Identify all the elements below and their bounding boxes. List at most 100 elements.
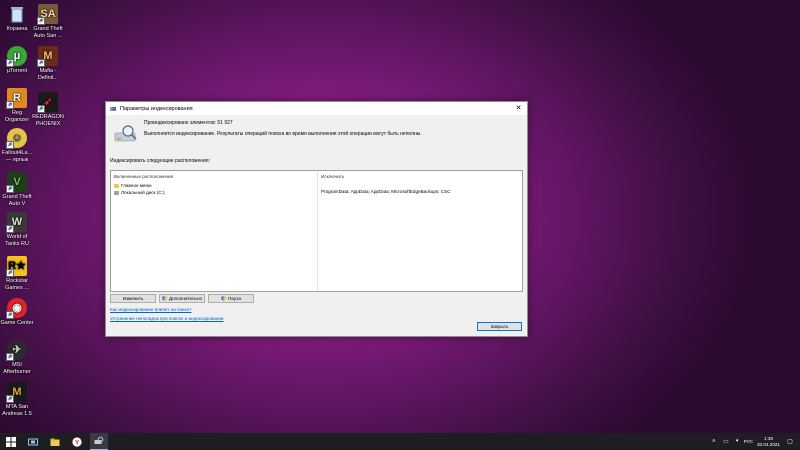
location-name: Локальный диск (C:) xyxy=(121,190,165,195)
close-button[interactable]: Закрыть xyxy=(477,322,522,331)
desktop-icon-recycle-bin[interactable]: Корзина xyxy=(0,4,34,33)
mta-icon: M ↗ xyxy=(6,382,27,403)
desktop-icon-msi-afterburner[interactable]: ✈ ↗ MSI Afterburner xyxy=(0,340,34,375)
index-locations-label: Индексировать следующие расположения: xyxy=(110,158,210,164)
pause-button-label: Пауза xyxy=(228,296,241,301)
notifications-icon[interactable]: ▢ xyxy=(787,439,793,445)
desktop-icon-label: Mafia - Definit... xyxy=(37,68,59,81)
shortcut-arrow-icon: ↗ xyxy=(6,59,14,67)
utorrent-icon: μ ↗ xyxy=(6,46,27,67)
shortcut-arrow-icon: ↗ xyxy=(37,17,45,25)
indexing-options-dialog: Параметры индексирования ✕ Проиндексиров… xyxy=(105,101,528,337)
shortcut-arrow-icon: ↗ xyxy=(6,101,14,109)
desktop-icon-label: World of Tanks RU xyxy=(5,234,29,247)
wot-icon: W ↗ xyxy=(6,212,27,233)
desktop-icon-wot[interactable]: W ↗ World of Tanks RU xyxy=(0,212,34,247)
desktop-icon-label: MSI Afterburner xyxy=(3,362,31,375)
uac-shield-icon xyxy=(161,296,167,301)
volume-icon[interactable]: 🔈︎ xyxy=(735,438,741,445)
desktop-icon-fallout[interactable]: ☺ ↗ Fallout4La... — ярлык xyxy=(0,128,34,163)
taskbar-task-view[interactable] xyxy=(24,433,42,450)
close-icon[interactable]: ✕ xyxy=(514,104,523,113)
gta5-icon: V ↗ xyxy=(6,172,27,193)
indexing-status: Выполняется индексирование. Результаты о… xyxy=(144,131,422,137)
indexed-count: Проиндексировано элементов: 51 927 xyxy=(144,120,233,126)
rockstar-icon: R★ ↗ xyxy=(6,256,27,277)
shortcut-arrow-icon: ↗ xyxy=(6,353,14,361)
location-item[interactable]: Локальный диск (C:) xyxy=(114,190,164,195)
desktop-icon-game-center[interactable]: ◉ ↗ Game Center xyxy=(0,298,34,327)
shortcut-arrow-icon: ↗ xyxy=(6,141,14,149)
indexing-options-icon xyxy=(110,106,116,111)
modify-button[interactable]: Изменить xyxy=(110,294,156,303)
desktop-icon-label: Grand Theft Auto San ... xyxy=(33,26,63,39)
desktop-icon-label: Fallout4La... — ярлык xyxy=(1,150,33,163)
desktop-icon-rockstar[interactable]: R★ ↗ Rockstar Games ... xyxy=(0,256,34,291)
desktop-icon-label: MTA San Andreas 1.5 xyxy=(2,404,32,417)
file-explorer-icon xyxy=(50,438,60,446)
indexing-drive-icon xyxy=(114,125,137,142)
recycle-bin-icon xyxy=(7,4,27,24)
shortcut-arrow-icon: ↗ xyxy=(6,395,14,403)
desktop-icon-mafia[interactable]: M ↗ Mafia - Definit... xyxy=(31,46,65,81)
game-center-icon: ◉ ↗ xyxy=(6,298,27,319)
uac-shield-icon xyxy=(221,296,227,301)
included-column: Включенные расположения Главное меню Лок… xyxy=(111,171,318,291)
location-item[interactable]: Главное меню xyxy=(114,183,152,188)
modify-button-label: Изменить xyxy=(122,296,144,301)
desktop-icon-label: REDRAGON PHOENIX xyxy=(32,114,64,127)
location-name: Главное меню xyxy=(121,183,152,188)
taskbar-explorer[interactable] xyxy=(46,433,64,450)
shortcut-arrow-icon: ↗ xyxy=(37,105,45,113)
desktop-icon-reg-organizer[interactable]: R ↗ Reg Organizer xyxy=(0,88,34,123)
task-view-icon xyxy=(28,438,38,445)
desktop-icon-gta-sa[interactable]: SA ↗ Grand Theft Auto San ... xyxy=(31,4,65,39)
fallout-icon: ☺ ↗ xyxy=(6,128,27,149)
advanced-button[interactable]: Дополнительно xyxy=(159,294,205,303)
yandex-browser-icon: Y xyxy=(72,436,82,447)
pause-button[interactable]: Пауза xyxy=(208,294,254,303)
desktop-icon-label: Корзина xyxy=(6,26,28,32)
language-indicator[interactable]: РУС xyxy=(744,439,753,444)
locations-list[interactable]: Включенные расположения Главное меню Лок… xyxy=(110,170,523,292)
how-indexing-affects-link[interactable]: Как индексирование влияет на поиск? xyxy=(110,307,191,312)
desktop-icon-label: μTorrent xyxy=(6,68,28,74)
dialog-title: Параметры индексирования xyxy=(120,105,193,112)
advanced-button-label: Дополнительно xyxy=(168,296,203,301)
exclude-value: ProgramData; AppData; AppData; Microsoft… xyxy=(321,189,451,194)
clock-date: 20.04.2021 xyxy=(757,441,780,447)
msi-afterburner-icon: ✈ ↗ xyxy=(6,340,27,361)
clock[interactable]: 1:38 20.04.2021 xyxy=(757,436,780,448)
exclude-column-header: Исключить xyxy=(321,174,345,179)
close-button-label: Закрыть xyxy=(490,324,509,329)
desktop-icon-utorrent[interactable]: μ ↗ μTorrent xyxy=(0,46,34,75)
troubleshoot-link[interactable]: Устранение неполадок при поиске и индекс… xyxy=(110,316,223,321)
start-button[interactable] xyxy=(2,433,20,450)
desktop-icon-label: Grand Theft Auto V xyxy=(2,194,32,207)
shortcut-arrow-icon: ↗ xyxy=(6,185,14,193)
svg-text:Y: Y xyxy=(75,439,80,446)
mafia-icon: M ↗ xyxy=(37,46,58,67)
desktop-icon-redragon[interactable]: ➶ ↗ REDRAGON PHOENIX xyxy=(31,92,65,127)
desktop-icon-gta5[interactable]: V ↗ Grand Theft Auto V xyxy=(0,172,34,207)
redragon-icon: ➶ ↗ xyxy=(37,92,58,113)
shortcut-arrow-icon: ↗ xyxy=(6,269,14,277)
system-tray: ˄ ▭ 🔈︎ РУС 1:38 20.04.2021 ▢ xyxy=(708,433,796,450)
title-bar[interactable]: Параметры индексирования ✕ xyxy=(106,102,527,115)
reg-organizer-icon: R ↗ xyxy=(6,88,27,109)
desktop-icon-label: Game Center xyxy=(0,320,34,326)
drive-icon xyxy=(114,190,119,195)
desktop-icon-label: Reg Organizer xyxy=(4,110,30,123)
exclude-column: Исключить ProgramData; AppData; AppData;… xyxy=(318,171,522,291)
network-icon[interactable]: ▭ xyxy=(723,439,729,445)
taskbar: Y ˄ ▭ 🔈︎ РУС 1:38 20.04.2021 ▢ xyxy=(0,433,800,450)
taskbar-indexing-options[interactable] xyxy=(90,433,108,450)
folder-icon xyxy=(114,183,119,188)
chevron-up-icon[interactable]: ˄ xyxy=(711,439,717,445)
windows-logo-icon xyxy=(6,436,16,447)
taskbar-yandex-browser[interactable]: Y xyxy=(68,433,86,450)
indexing-options-icon xyxy=(94,436,104,444)
desktop-icon-mta[interactable]: M ↗ MTA San Andreas 1.5 xyxy=(0,382,34,417)
shortcut-arrow-icon: ↗ xyxy=(37,59,45,67)
shortcut-arrow-icon: ↗ xyxy=(6,225,14,233)
